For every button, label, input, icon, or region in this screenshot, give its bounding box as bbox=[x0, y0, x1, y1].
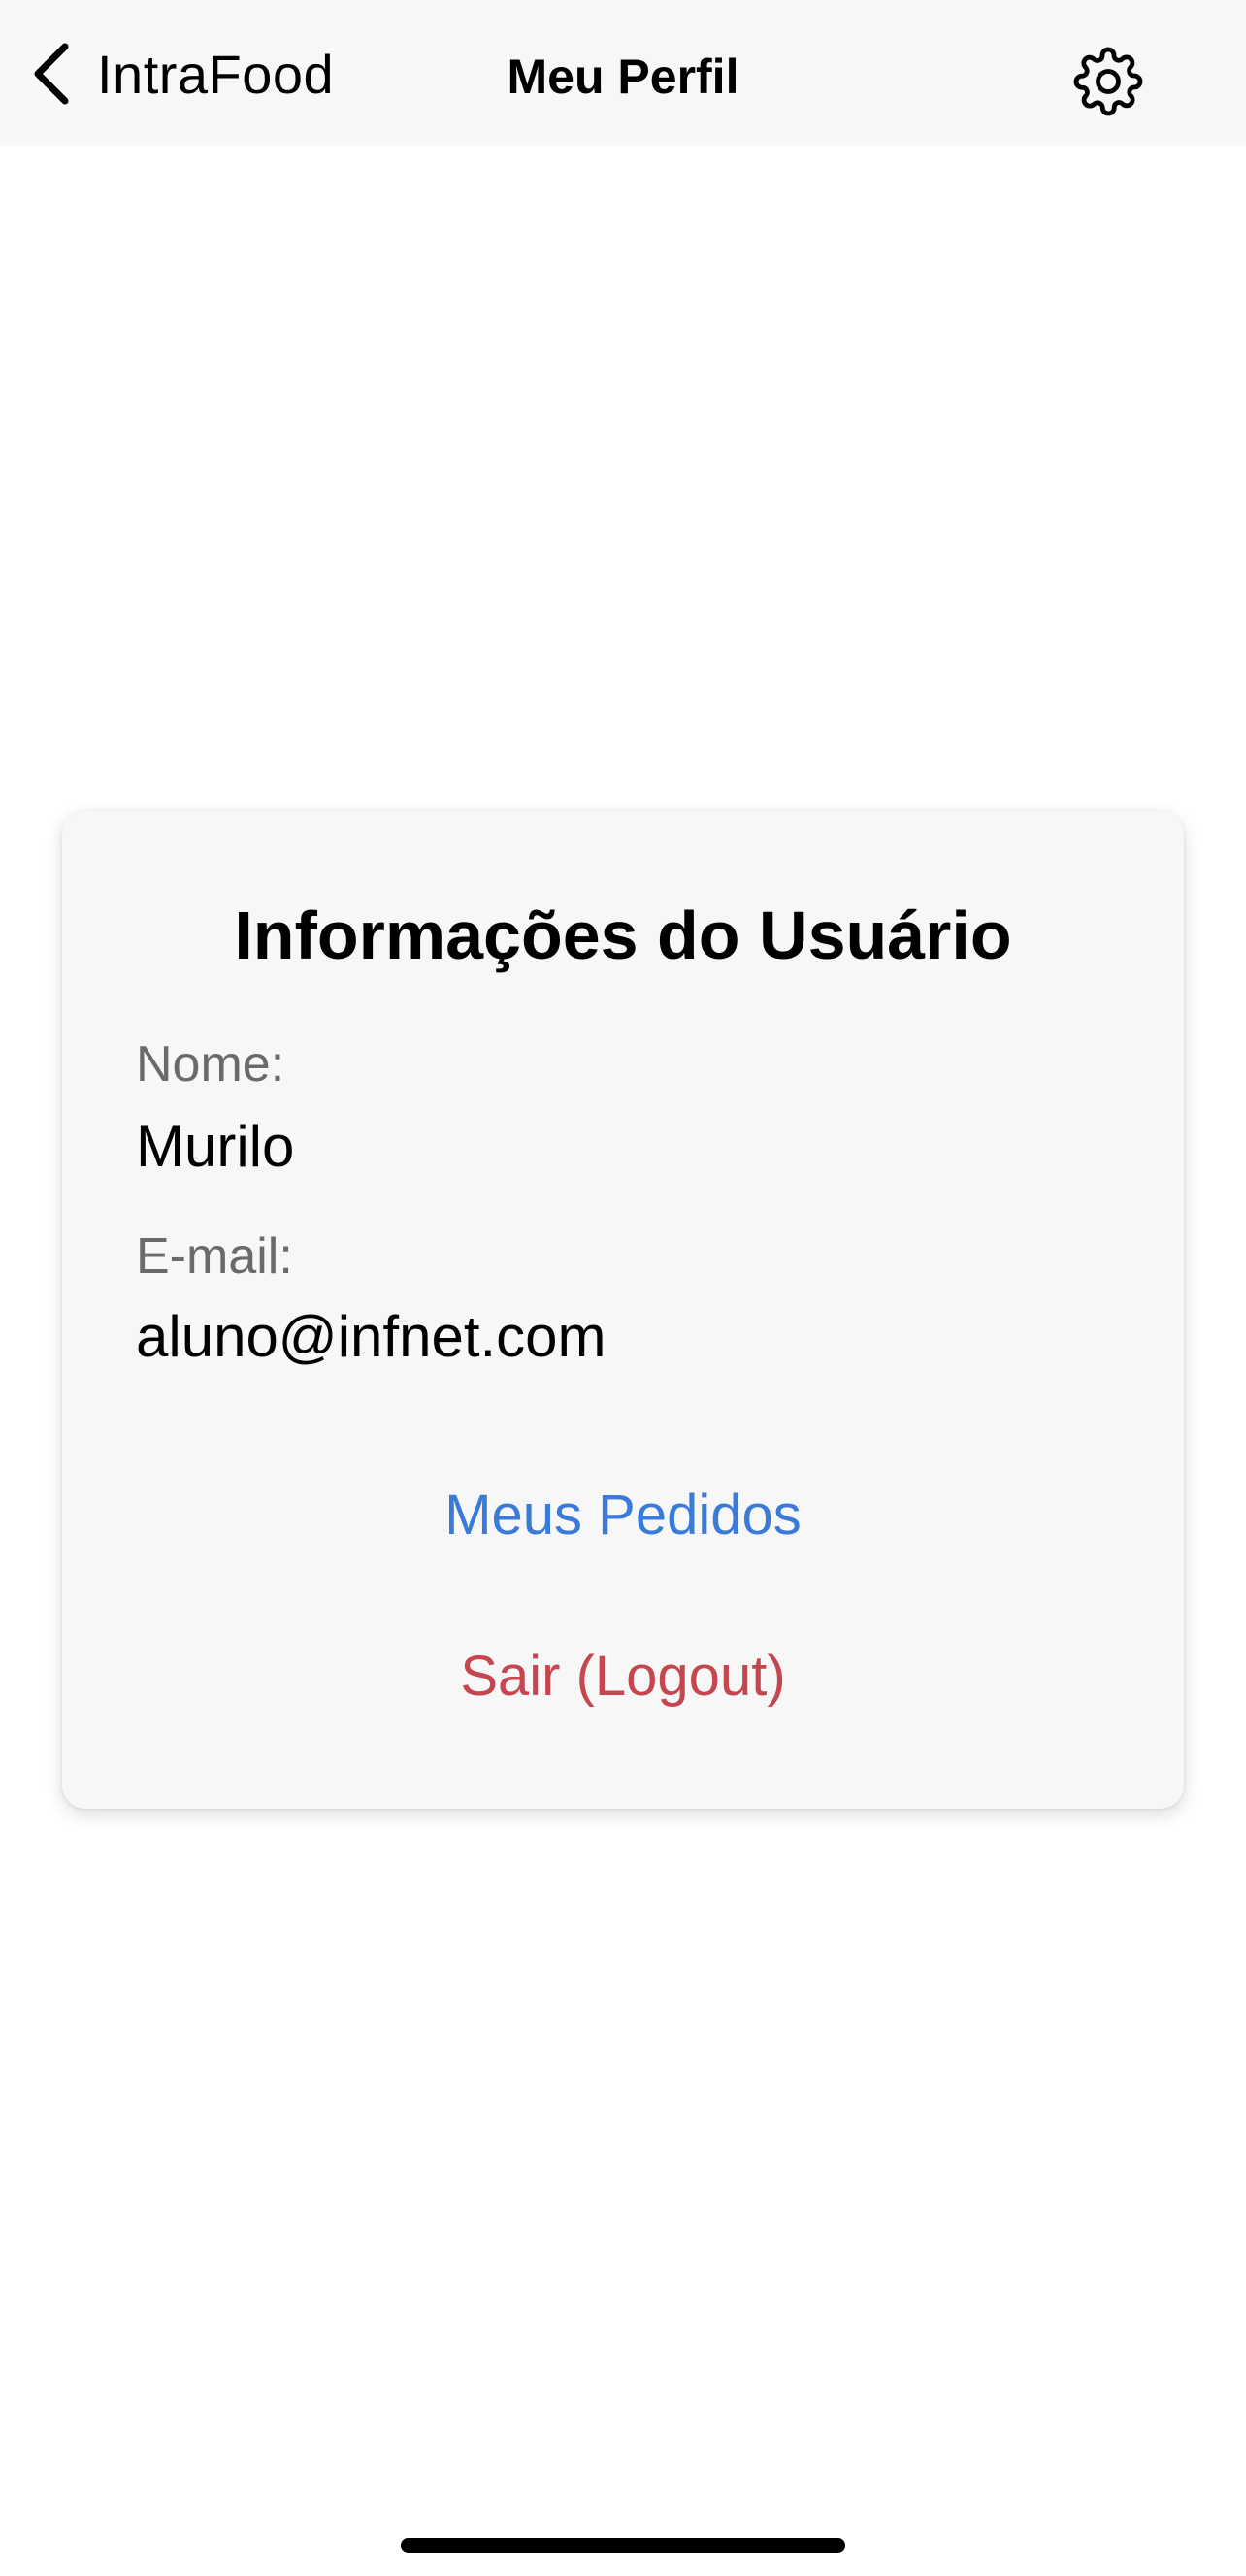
email-value: aluno@infnet.com bbox=[136, 1304, 607, 1369]
name-value: Murilo bbox=[136, 1114, 295, 1179]
settings-button[interactable] bbox=[1067, 43, 1149, 124]
home-indicator[interactable] bbox=[401, 2538, 845, 2553]
email-label: E-mail: bbox=[136, 1228, 293, 1285]
page-title: Meu Perfil bbox=[507, 49, 739, 104]
card-title: Informações do Usuário bbox=[234, 897, 1012, 973]
gear-icon bbox=[1073, 47, 1143, 121]
my-orders-button[interactable]: Meus Pedidos bbox=[62, 1481, 1184, 1550]
name-label: Nome: bbox=[136, 1036, 285, 1092]
logout-button[interactable]: Sair (Logout) bbox=[62, 1642, 1184, 1712]
user-info-card: Informações do Usuário Nome: Murilo E-ma… bbox=[62, 811, 1184, 1809]
navigation-bar: IntraFood Meu Perfil bbox=[0, 0, 1246, 146]
